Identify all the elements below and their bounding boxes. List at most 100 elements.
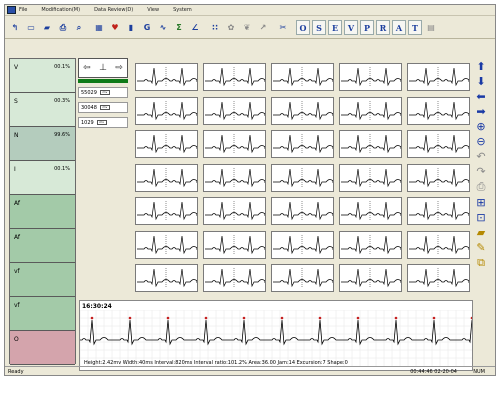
hr-icon[interactable]: ♥ (108, 20, 122, 35)
menu-system[interactable]: System (173, 7, 192, 13)
beat-template-cell[interactable] (271, 130, 334, 158)
beat-template-cell[interactable] (407, 230, 470, 259)
beat-type-r-button[interactable]: R (376, 20, 390, 35)
play-icon[interactable]: ⊥ (99, 63, 107, 73)
beat-annotation-marker (394, 316, 398, 320)
beat-template-cell[interactable] (407, 96, 470, 125)
beat-template-cell[interactable] (135, 230, 198, 259)
gnd-icon[interactable]: G (140, 20, 154, 35)
beat-template-cell[interactable] (407, 63, 470, 91)
beat-class-n-button[interactable]: N 99.6% (10, 127, 75, 161)
menu-data-review[interactable]: Data Review(D) (94, 7, 133, 13)
beat-type-a-button[interactable]: A (392, 20, 406, 35)
folder-icon[interactable]: ▰ (474, 226, 488, 239)
grid-icon[interactable]: ▦ (92, 20, 106, 35)
beat-template-cell[interactable] (339, 197, 402, 225)
lead-icon[interactable]: ∠ (188, 20, 202, 35)
beat-type-t-button[interactable]: T (408, 20, 422, 35)
flower-icon[interactable]: ✿ (224, 20, 238, 35)
beat-template-cell[interactable] (271, 230, 334, 259)
beat-template-cell[interactable] (135, 63, 198, 91)
measure-icon[interactable]: ⊡ (474, 211, 488, 224)
beat-template-cell[interactable] (271, 264, 334, 292)
beat-class-af-button[interactable]: Af (10, 195, 75, 229)
beat-class-af-button[interactable]: Af (10, 229, 75, 263)
beat-annotation-marker (166, 316, 170, 320)
beat-template-cell[interactable] (271, 96, 334, 125)
next-page-icon[interactable]: ⇨ (115, 63, 123, 73)
beat-template-cell[interactable] (203, 264, 266, 292)
redo-icon[interactable]: ↷ (474, 165, 488, 178)
dots-icon[interactable]: ∷ (208, 20, 222, 35)
bar-chart-icon[interactable]: ▮ (124, 20, 138, 35)
scale-row[interactable]: 55029 mv (78, 87, 128, 98)
print-icon[interactable]: ⎙ (56, 20, 70, 35)
beat-template-cell[interactable] (339, 264, 402, 292)
prev-page-icon[interactable]: ⇦ (83, 63, 91, 73)
scroll-left-icon[interactable]: ⬅ (474, 90, 488, 103)
beat-template-cell[interactable] (339, 230, 402, 259)
beat-class-v-button[interactable]: V 00.1% (10, 59, 75, 93)
beat-template-cell[interactable] (407, 264, 470, 292)
st-icon[interactable]: ∿ (156, 20, 170, 35)
beat-template-cell[interactable] (135, 264, 198, 292)
export-icon[interactable]: ⧉ (474, 256, 488, 270)
beat-template-cell[interactable] (135, 96, 198, 125)
scroll-right-icon[interactable]: ➡ (474, 105, 488, 118)
beat-type-s-button[interactable]: S (312, 20, 326, 35)
scroll-up-icon[interactable]: ⬆ (474, 60, 488, 73)
beat-template-cell[interactable] (339, 96, 402, 125)
open-folder-icon[interactable]: ▰ (40, 20, 54, 35)
beat-template-cell[interactable] (271, 163, 334, 192)
beat-template-cell[interactable] (271, 197, 334, 225)
beat-class-vf-button[interactable]: vf (10, 297, 75, 331)
beat-class-i-button[interactable]: I 00.1% (10, 161, 75, 195)
beat-type-v-button[interactable]: V (344, 20, 358, 35)
document-icon[interactable]: ▤ (424, 20, 438, 35)
beat-template-cell[interactable] (339, 63, 402, 91)
zoom-out-icon[interactable]: ⊖ (474, 135, 488, 148)
beat-type-p-button[interactable]: P (360, 20, 374, 35)
beat-template-cell[interactable] (135, 197, 198, 225)
beat-template-cell[interactable] (407, 130, 470, 158)
menu-modification[interactable]: Modification(M) (41, 7, 80, 13)
sigma-icon[interactable]: Σ (172, 20, 186, 35)
beat-template-cell[interactable] (203, 130, 266, 158)
zoom-in-icon[interactable]: ⊕ (474, 120, 488, 133)
undo-icon[interactable]: ↶ (474, 150, 488, 163)
heart-icon[interactable]: ❦ (240, 20, 254, 35)
beat-template-cell[interactable] (203, 197, 266, 225)
beat-template-cell[interactable] (203, 96, 266, 125)
beat-class-vf-button[interactable]: vf (10, 263, 75, 297)
arrow-icon[interactable]: ↗ (256, 20, 270, 35)
beat-template-cell[interactable] (339, 163, 402, 192)
scroll-down-icon[interactable]: ⬇ (474, 75, 488, 88)
tools-icon[interactable]: ✂ (276, 20, 290, 35)
beat-template-cell[interactable] (407, 197, 470, 225)
beat-template-cell[interactable] (203, 230, 266, 259)
beat-class-s-button[interactable]: S 00.3% (10, 93, 75, 127)
beat-waveform (409, 100, 469, 121)
menu-file[interactable]: File (19, 7, 27, 13)
beat-template-cell[interactable] (203, 163, 266, 192)
zoom-icon[interactable]: ⌕ (72, 20, 86, 35)
beat-template-cell[interactable] (339, 130, 402, 158)
scale-row[interactable]: 30048 mv (78, 102, 128, 113)
beat-template-cell[interactable] (271, 63, 334, 91)
beat-type-o-button[interactable]: O (296, 20, 310, 35)
print-page-icon[interactable]: ⎙ (474, 180, 488, 194)
beat-template-cell[interactable] (203, 63, 266, 91)
edit-icon[interactable]: ✎ (474, 241, 488, 254)
back-icon[interactable]: ↰ (8, 20, 22, 35)
beat-template-cell[interactable] (135, 163, 198, 192)
template-icon[interactable]: ⊞ (474, 196, 488, 209)
beat-template-cell[interactable] (407, 163, 470, 192)
beat-type-e-button[interactable]: E (328, 20, 342, 35)
beat-waveform (137, 67, 197, 87)
rhythm-strip[interactable]: 16:30:24 Height:2.42mv Width:40ms Interv… (79, 300, 473, 371)
menu-view[interactable]: View (147, 7, 159, 13)
scale-row[interactable]: 1029 mv (78, 117, 128, 128)
beat-class-o-button[interactable]: O (10, 331, 75, 365)
beat-template-cell[interactable] (135, 130, 198, 158)
new-file-icon[interactable]: ▭ (24, 20, 38, 35)
